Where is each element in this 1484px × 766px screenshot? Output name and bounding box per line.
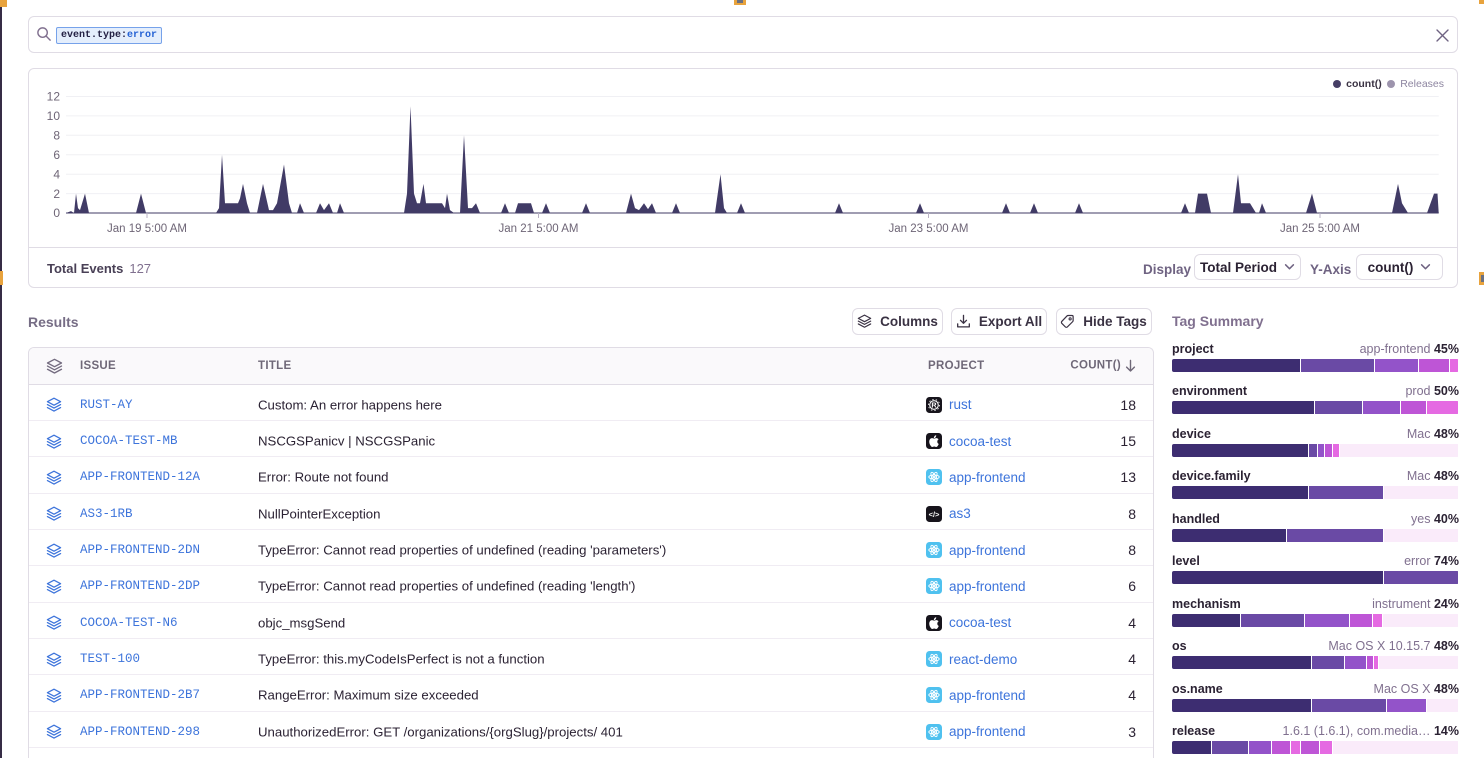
svg-text:10: 10 [47, 109, 61, 123]
svg-text:2: 2 [53, 186, 60, 200]
svg-text:Jan 25 5:00 AM: Jan 25 5:00 AM [1280, 223, 1360, 235]
svg-text:0: 0 [53, 206, 60, 220]
svg-text:4: 4 [53, 167, 60, 181]
svg-text:Jan 23 5:00 AM: Jan 23 5:00 AM [889, 223, 969, 235]
svg-text:R: R [931, 400, 937, 409]
svg-text:6: 6 [53, 147, 60, 161]
svg-text:</>: </> [929, 510, 940, 519]
svg-text:Jan 21 5:00 AM: Jan 21 5:00 AM [499, 223, 579, 235]
svg-text:Jan 19 5:00 AM: Jan 19 5:00 AM [107, 223, 187, 235]
svg-text:12: 12 [47, 89, 61, 103]
svg-text:8: 8 [53, 128, 60, 142]
